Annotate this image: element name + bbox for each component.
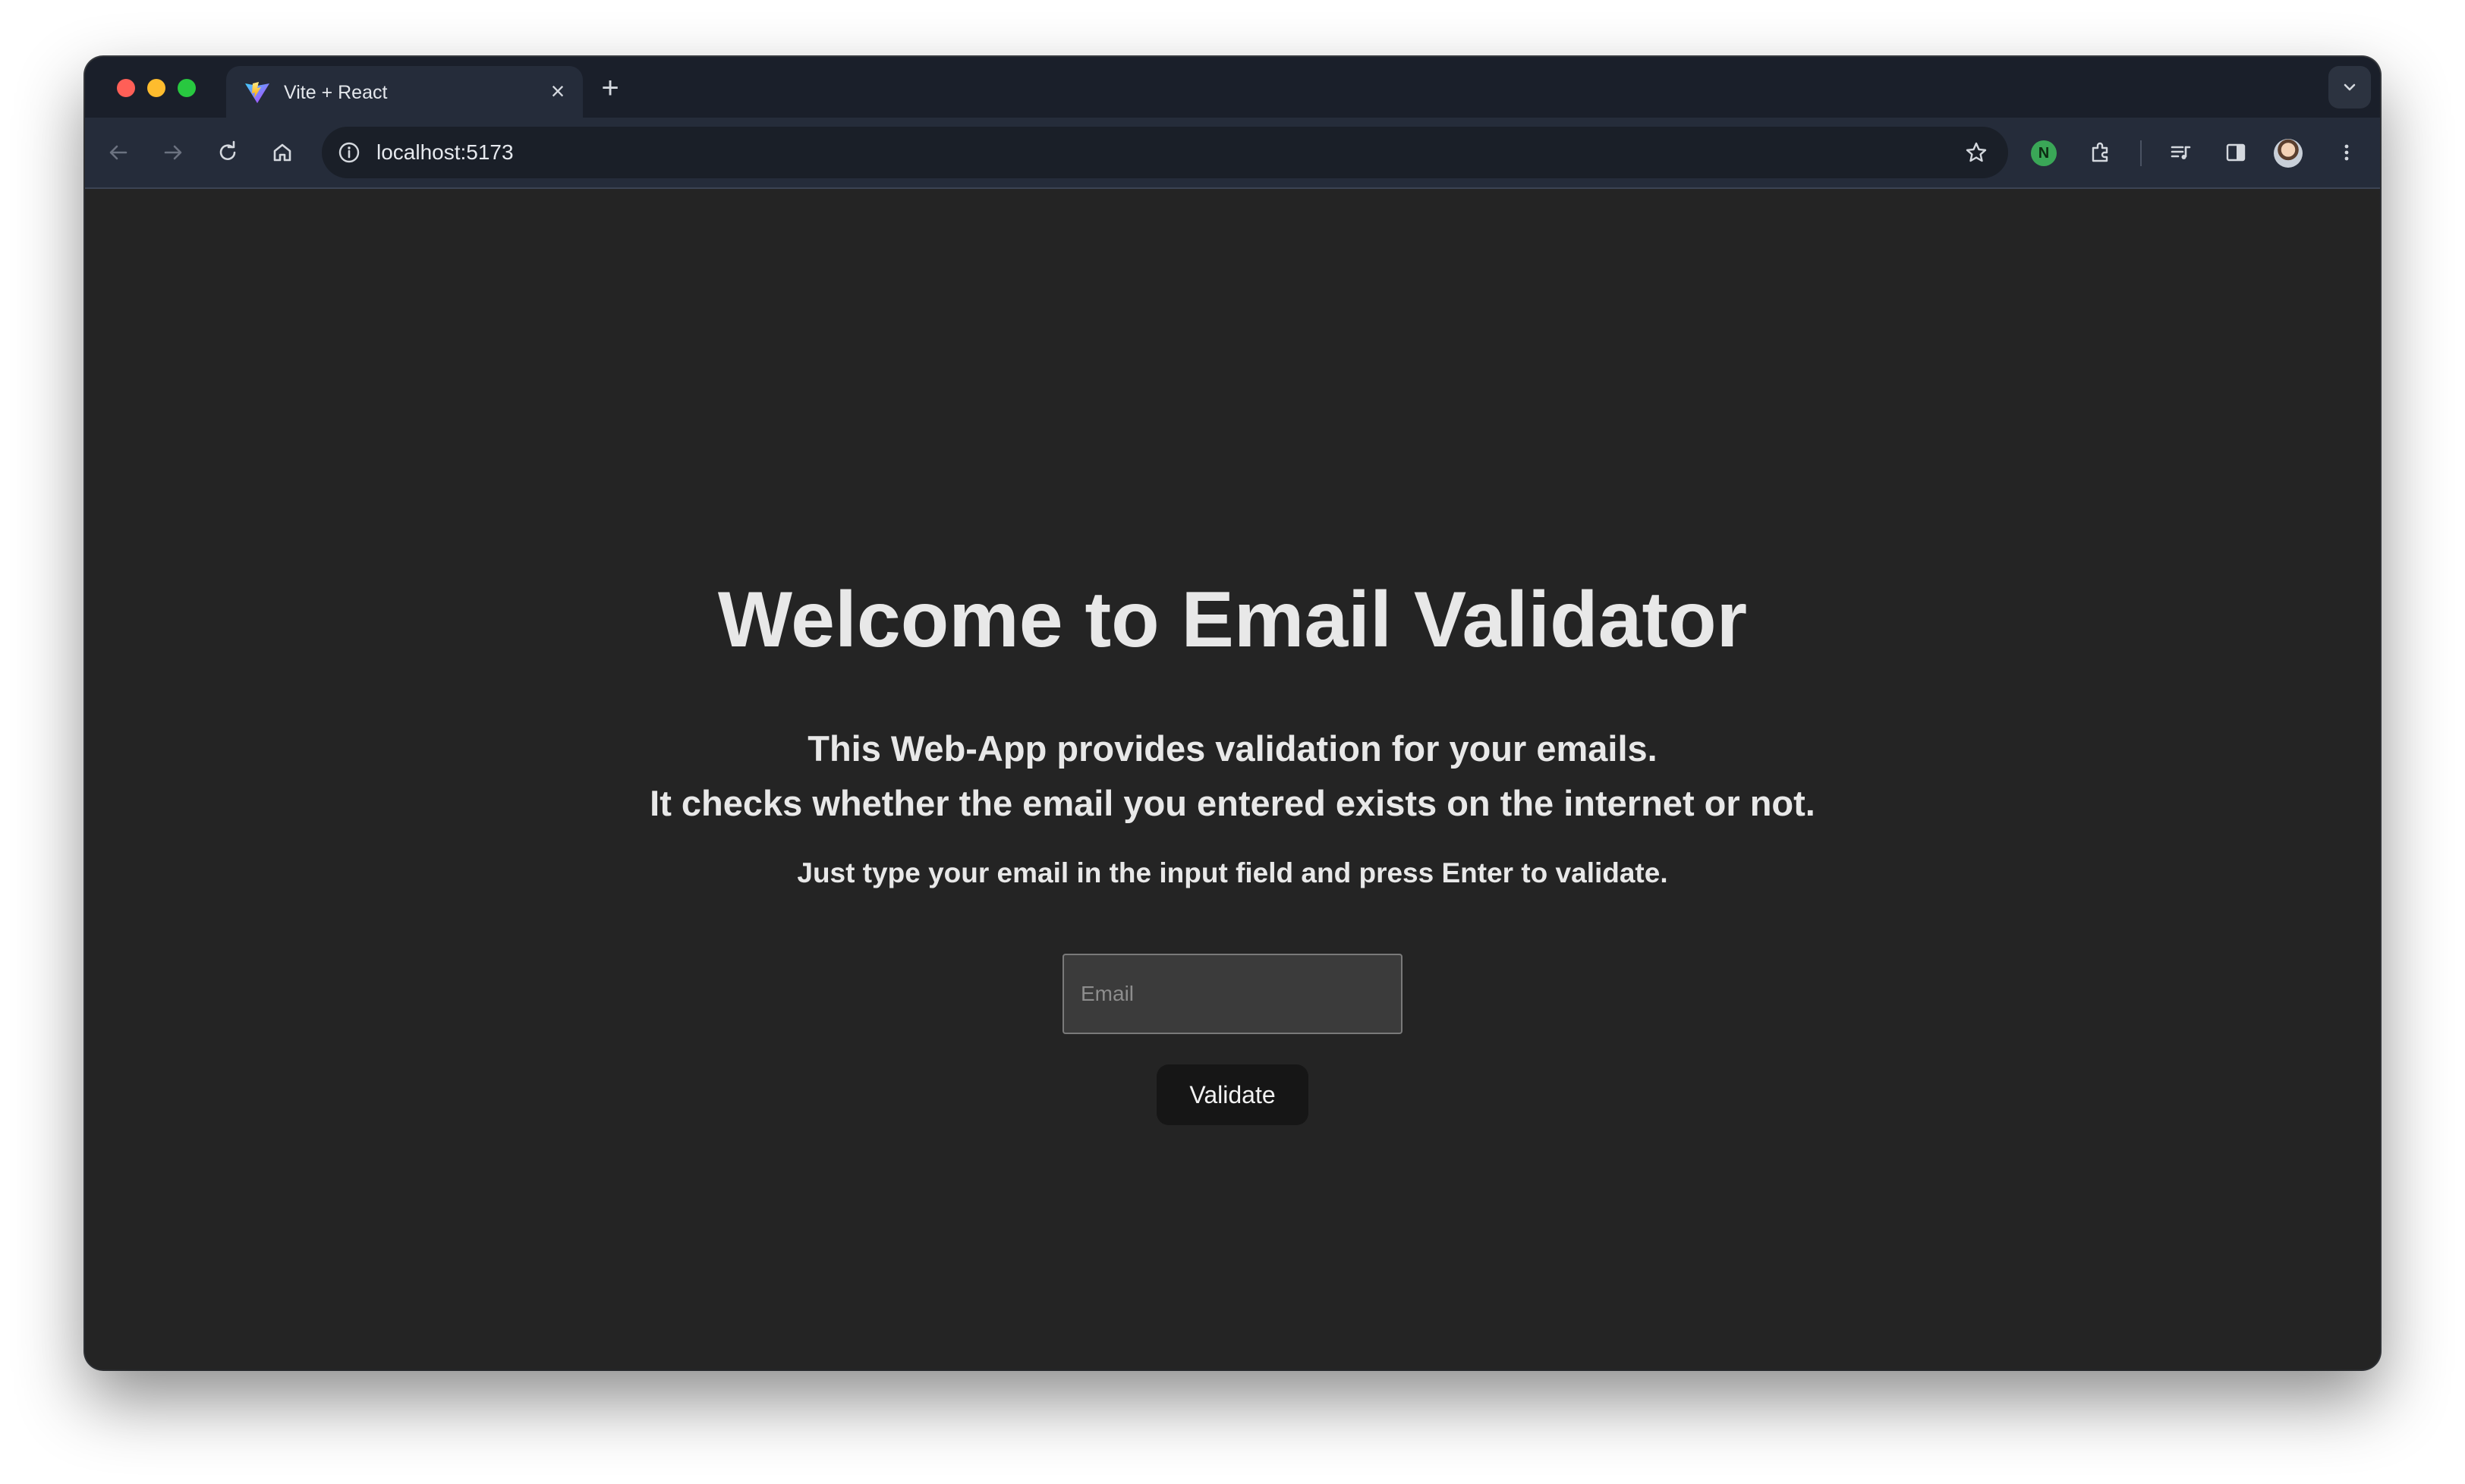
- browser-menu-button[interactable]: [2328, 134, 2365, 171]
- home-button[interactable]: [264, 134, 301, 171]
- side-panel-icon: [2226, 143, 2246, 162]
- window-minimize-button[interactable]: [147, 79, 165, 97]
- side-panel-button[interactable]: [2218, 134, 2254, 171]
- back-arrow-icon: [109, 145, 128, 160]
- toolbar-separator: [2140, 140, 2142, 166]
- page-content: Welcome to Email Validator This Web-App …: [85, 189, 2380, 1369]
- vite-logo-icon: [244, 81, 270, 104]
- extensions-button[interactable]: [2082, 134, 2119, 171]
- profile-avatar[interactable]: [2274, 139, 2303, 168]
- kebab-menu-icon: [2344, 144, 2349, 161]
- chevron-down-icon: [2344, 83, 2356, 91]
- puzzle-icon: [2092, 142, 2108, 162]
- address-bar[interactable]: localhost:5173: [322, 127, 2008, 178]
- screen: Vite + React × + localhost:5173 N Welcom…: [0, 0, 2465, 1484]
- tab-title: Vite + React: [284, 82, 388, 103]
- extension-n-icon[interactable]: N: [2031, 140, 2057, 166]
- back-button[interactable]: [100, 134, 137, 171]
- browser-toolbar: localhost:5173 N: [85, 118, 2380, 189]
- description-line-2: It checks whether the email you entered …: [650, 783, 1815, 823]
- description-line-1: This Web-App provides validation for you…: [808, 728, 1658, 769]
- email-input[interactable]: [1062, 954, 1402, 1034]
- window-close-button[interactable]: [117, 79, 135, 97]
- browser-window: Vite + React × + localhost:5173 N Welcom…: [85, 57, 2380, 1369]
- page-description: This Web-App provides validation for you…: [85, 722, 2380, 831]
- reload-icon: [219, 140, 236, 160]
- forward-button[interactable]: [155, 134, 191, 171]
- page-title: Welcome to Email Validator: [717, 576, 1748, 664]
- media-queue-icon: [2171, 146, 2191, 159]
- info-icon[interactable]: [337, 140, 361, 165]
- validate-button[interactable]: Validate: [1157, 1064, 1308, 1125]
- instruction-text: Just type your email in the input field …: [797, 857, 1668, 888]
- window-maximize-button[interactable]: [178, 79, 196, 97]
- home-icon: [273, 143, 291, 162]
- forward-arrow-icon: [164, 145, 182, 160]
- star-icon[interactable]: [1964, 140, 1988, 165]
- tab-close-icon[interactable]: ×: [545, 78, 571, 104]
- tab-strip: Vite + React × +: [85, 57, 2380, 118]
- media-button[interactable]: [2163, 134, 2199, 171]
- new-tab-button[interactable]: +: [595, 73, 625, 104]
- tab-search-button[interactable]: [2328, 66, 2371, 108]
- url-text[interactable]: localhost:5173: [376, 140, 514, 165]
- tab-vite-react[interactable]: Vite + React ×: [226, 66, 583, 118]
- reload-button[interactable]: [209, 134, 246, 171]
